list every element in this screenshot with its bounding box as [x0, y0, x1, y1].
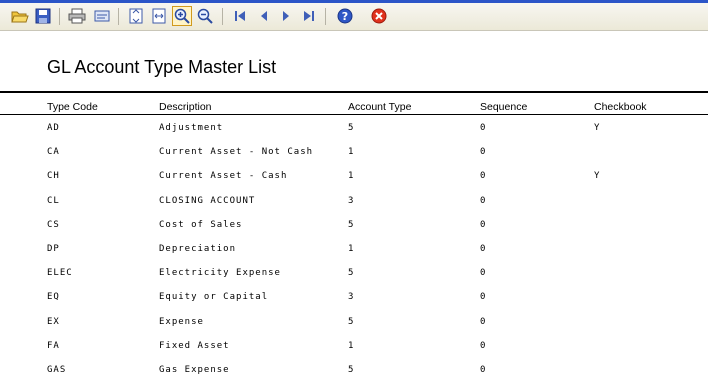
sequence-cell: 0: [480, 365, 487, 375]
toolbar-separator: [59, 8, 60, 25]
open-icon: [11, 11, 29, 23]
sequence-cell: 0: [480, 195, 487, 206]
sequence-cell: 0: [480, 147, 487, 158]
open-button[interactable]: [10, 6, 30, 26]
column-header-account-type: Account Type: [348, 101, 412, 113]
description-cell: Gas Expense: [159, 365, 230, 375]
account-type-cell: 5: [348, 365, 355, 375]
sequence-cell: 0: [480, 219, 487, 230]
save-icon: [35, 8, 51, 24]
account-type-cell: 1: [348, 244, 355, 254]
description-cell: Adjustment: [159, 123, 224, 133]
fit-page-icon: [129, 8, 143, 24]
sequence-cell: 0: [480, 244, 487, 254]
sequence-cell: 0: [480, 292, 487, 303]
type-code-cell: ELEC: [47, 268, 73, 279]
report-title: GL Account Type Master List: [47, 57, 277, 77]
type-code-cell: EQ: [47, 292, 60, 303]
fit-page-button[interactable]: [126, 6, 146, 26]
zoom-in-icon: [174, 8, 190, 24]
type-code-cell: AD: [47, 123, 60, 133]
sequence-cell: 0: [480, 171, 487, 182]
column-header-sequence: Sequence: [480, 101, 528, 113]
description-cell: CLOSING ACCOUNT: [159, 195, 256, 206]
type-code-cell: EX: [47, 316, 60, 327]
last-page-button[interactable]: [299, 6, 319, 26]
print-icon: [68, 8, 86, 24]
description-cell: Current Asset - Cash: [159, 171, 288, 182]
toolbar-separator: [222, 8, 223, 25]
type-code-cell: CL: [47, 195, 60, 206]
account-type-cell: 5: [348, 268, 355, 279]
sequence-cell: 0: [480, 268, 487, 279]
type-code-cell: CA: [47, 147, 60, 158]
toolbar: ?: [0, 3, 708, 31]
svg-text:?: ?: [342, 10, 348, 23]
first-page-icon: [235, 11, 245, 21]
help-icon: ?: [337, 8, 353, 24]
type-code-cell: CS: [47, 219, 60, 230]
title-rule: [0, 91, 708, 93]
prev-page-button[interactable]: [254, 6, 274, 26]
fit-width-icon: [152, 8, 166, 24]
next-page-icon: [283, 11, 289, 21]
type-code-cell: GAS: [47, 365, 67, 375]
description-cell: Fixed Asset: [159, 340, 230, 351]
zoom-out-icon: [197, 8, 213, 24]
account-type-cell: 3: [348, 292, 355, 303]
last-page-icon: [304, 11, 314, 21]
account-type-cell: 1: [348, 171, 355, 182]
description-cell: Equity or Capital: [159, 292, 269, 303]
toolbar-separator: [325, 8, 326, 25]
type-code-cell: CH: [47, 171, 60, 182]
description-cell: Depreciation: [159, 244, 237, 254]
first-page-button[interactable]: [230, 6, 250, 26]
export-button[interactable]: [92, 6, 112, 26]
help-button[interactable]: ?: [335, 6, 355, 26]
header-rule: [0, 114, 708, 115]
next-page-button[interactable]: [276, 6, 296, 26]
print-button[interactable]: [67, 6, 87, 26]
description-cell: Expense: [159, 316, 204, 327]
zoom-in-button[interactable]: [172, 6, 192, 26]
zoom-out-button[interactable]: [195, 6, 215, 26]
close-button[interactable]: [369, 6, 389, 26]
account-type-cell: 1: [348, 147, 355, 158]
fit-width-button[interactable]: [149, 6, 169, 26]
description-cell: Cost of Sales: [159, 219, 243, 230]
checkbook-cell: Y: [594, 171, 601, 182]
save-button[interactable]: [33, 6, 53, 26]
sequence-cell: 0: [480, 123, 487, 133]
description-cell: Electricity Expense: [159, 268, 281, 279]
description-cell: Current Asset - Not Cash: [159, 147, 314, 158]
type-code-cell: DP: [47, 244, 60, 254]
account-type-cell: 1: [348, 340, 355, 351]
account-type-cell: 3: [348, 195, 355, 206]
account-type-cell: 5: [348, 123, 355, 133]
account-type-cell: 5: [348, 219, 355, 230]
column-header-checkbook: Checkbook: [594, 101, 647, 113]
sequence-cell: 0: [480, 340, 487, 351]
type-code-cell: FA: [47, 340, 60, 351]
column-header-description: Description: [159, 101, 212, 113]
prev-page-icon: [261, 11, 267, 21]
close-icon: [371, 8, 387, 24]
checkbook-cell: Y: [594, 123, 601, 133]
sequence-cell: 0: [480, 316, 487, 327]
export-icon: [94, 10, 110, 22]
account-type-cell: 5: [348, 316, 355, 327]
column-header-type-code: Type Code: [47, 101, 98, 113]
toolbar-separator: [118, 8, 119, 25]
